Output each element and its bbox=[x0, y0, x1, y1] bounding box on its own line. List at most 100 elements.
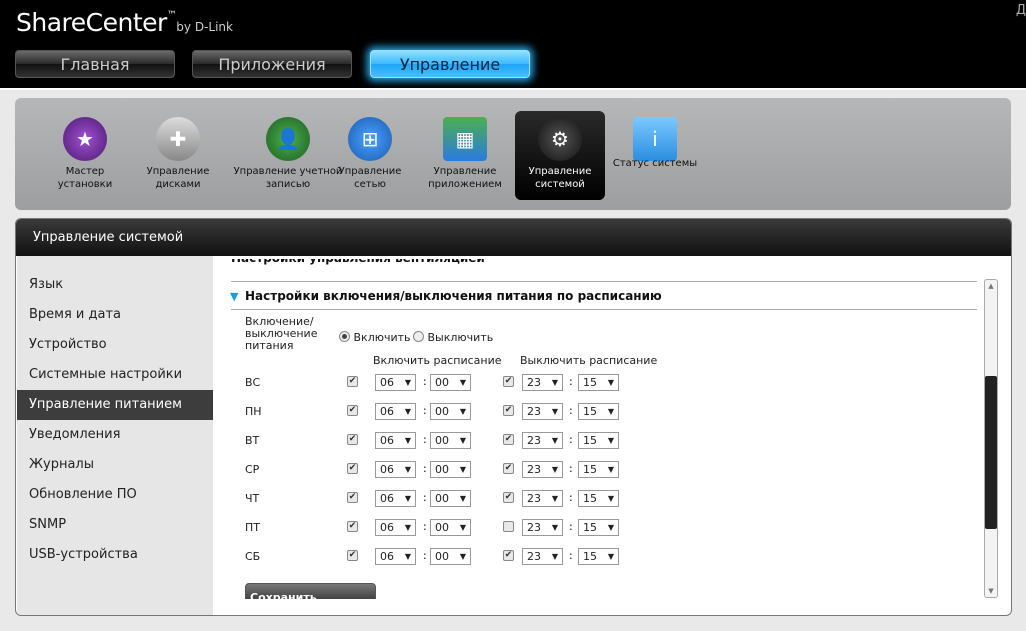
colon: : bbox=[423, 520, 427, 533]
toolbar-item-label: Управление системой bbox=[528, 166, 592, 190]
on-hour-select[interactable]: 06 bbox=[375, 374, 416, 391]
enable-off-checkbox[interactable] bbox=[503, 521, 514, 532]
tab-management[interactable]: Управление bbox=[370, 50, 530, 78]
off-hour-select[interactable]: 23 bbox=[522, 432, 563, 449]
colon: : bbox=[423, 433, 427, 446]
enable-on-checkbox[interactable]: ✔ bbox=[347, 463, 358, 474]
scroll-thumb[interactable] bbox=[985, 376, 997, 529]
corner-text: Д bbox=[1015, 3, 1026, 18]
toolbar-item-0[interactable]: ★ Мастер установки bbox=[40, 111, 130, 200]
radio-on-icon[interactable] bbox=[339, 331, 350, 342]
off-hour-select[interactable]: 23 bbox=[522, 461, 563, 478]
enable-on-checkbox[interactable]: ✔ bbox=[347, 550, 358, 561]
scroll-down-icon[interactable]: ▼ bbox=[985, 587, 997, 595]
sidebar-item-5[interactable]: Уведомления bbox=[17, 420, 213, 450]
tab-applications[interactable]: Приложения bbox=[192, 50, 352, 78]
settings-content: Настройки управления вентиляцией ▼ Настр… bbox=[215, 259, 985, 599]
sidebar-item-3[interactable]: Системные настройки bbox=[17, 360, 213, 390]
scrollbar[interactable]: ▲ ▼ bbox=[984, 279, 998, 598]
on-hour-select[interactable]: 06 bbox=[375, 548, 416, 565]
enable-on-checkbox[interactable]: ✔ bbox=[347, 492, 358, 503]
toolbar-item-label: Мастер установки bbox=[57, 166, 113, 190]
system-management-panel: Управление системой Язык Время и дата Устр… bbox=[15, 218, 1012, 616]
power-label: Включение/ выключение питания bbox=[245, 315, 318, 352]
on-minute-select[interactable]: 00 bbox=[430, 374, 471, 391]
off-hour-select[interactable]: 23 bbox=[522, 548, 563, 565]
day-label: ПТ bbox=[245, 521, 260, 534]
off-hour-select[interactable]: 23 bbox=[522, 490, 563, 507]
tab-home[interactable]: Главная bbox=[15, 50, 175, 78]
section-power-schedule[interactable]: Настройки включения/выключения питания п… bbox=[245, 289, 662, 303]
toolbar-item-6[interactable]: i Статус системы bbox=[610, 111, 700, 200]
enable-off-checkbox[interactable]: ✔ bbox=[503, 376, 514, 387]
on-hour-select[interactable]: 06 bbox=[375, 403, 416, 420]
divider bbox=[0, 88, 1026, 90]
enable-off-checkbox[interactable]: ✔ bbox=[503, 434, 514, 445]
colon: : bbox=[569, 520, 573, 533]
enable-off-checkbox[interactable]: ✔ bbox=[503, 550, 514, 561]
sidebar-item-4[interactable]: Управление питанием bbox=[17, 390, 213, 420]
sidebar-item-1[interactable]: Время и дата bbox=[17, 300, 213, 330]
off-minute-select[interactable]: 15 bbox=[578, 490, 619, 507]
expand-triangle-icon[interactable]: ▼ bbox=[230, 290, 238, 303]
on-hour-select[interactable]: 06 bbox=[375, 461, 416, 478]
toolbar-item-4[interactable]: ▦ Управление приложением bbox=[420, 111, 510, 200]
on-minute-select[interactable]: 00 bbox=[430, 432, 471, 449]
radio-power-off[interactable]: Выключить bbox=[413, 331, 493, 344]
panel-title: Управление системой bbox=[16, 219, 1011, 256]
on-minute-select[interactable]: 00 bbox=[430, 519, 471, 536]
enable-off-checkbox[interactable]: ✔ bbox=[503, 492, 514, 503]
disk-icon: ✚ bbox=[156, 117, 200, 161]
sharecenter-logo: ShareCenter™by D-Link bbox=[16, 8, 233, 37]
on-minute-select[interactable]: 00 bbox=[430, 490, 471, 507]
enable-off-checkbox[interactable]: ✔ bbox=[503, 405, 514, 416]
sidebar-item-9[interactable]: USB-устройства bbox=[17, 540, 213, 570]
colon: : bbox=[569, 433, 573, 446]
sidebar-item-0[interactable]: Язык bbox=[17, 270, 213, 300]
toolbar-item-5[interactable]: ⚙ Управление системой bbox=[515, 111, 605, 200]
save-settings-button[interactable]: Сохранить настройки bbox=[245, 583, 376, 599]
sidebar-item-6[interactable]: Журналы bbox=[17, 450, 213, 480]
on-minute-select[interactable]: 00 bbox=[430, 461, 471, 478]
section-fan-settings[interactable]: Настройки управления вентиляцией bbox=[231, 259, 485, 267]
off-minute-select[interactable]: 15 bbox=[578, 519, 619, 536]
enable-on-checkbox[interactable]: ✔ bbox=[347, 405, 358, 416]
system-gear-icon: ⚙ bbox=[538, 117, 582, 161]
enable-on-checkbox[interactable]: ✔ bbox=[347, 376, 358, 387]
on-minute-select[interactable]: 00 bbox=[430, 548, 471, 565]
off-minute-select[interactable]: 15 bbox=[578, 403, 619, 420]
sidebar-item-8[interactable]: SNMP bbox=[17, 510, 213, 540]
sidebar-item-7[interactable]: Обновление ПО bbox=[17, 480, 213, 510]
off-hour-select[interactable]: 23 bbox=[522, 403, 563, 420]
off-hour-select[interactable]: 23 bbox=[522, 374, 563, 391]
header: ShareCenter™by D-Link Д Главная Приложен… bbox=[0, 0, 1026, 88]
radio-power-on[interactable]: Включить bbox=[339, 331, 411, 344]
enable-on-checkbox[interactable]: ✔ bbox=[347, 434, 358, 445]
logo-by: by D-Link bbox=[176, 20, 233, 34]
divider bbox=[231, 281, 977, 282]
radio-off-icon[interactable] bbox=[413, 331, 424, 342]
sidebar-item-2[interactable]: Устройство bbox=[17, 330, 213, 360]
colon: : bbox=[423, 462, 427, 475]
colon: : bbox=[569, 404, 573, 417]
colon: : bbox=[569, 462, 573, 475]
toolbar-item-1[interactable]: ✚ Управление дисками bbox=[133, 111, 223, 200]
on-minute-select[interactable]: 00 bbox=[430, 403, 471, 420]
logo-text: ShareCenter bbox=[16, 8, 167, 37]
off-minute-select[interactable]: 15 bbox=[578, 548, 619, 565]
off-minute-select[interactable]: 15 bbox=[578, 374, 619, 391]
off-hour-select[interactable]: 23 bbox=[522, 519, 563, 536]
toolbar-item-3[interactable]: ⊞ Управление сетью bbox=[325, 111, 415, 200]
on-hour-select[interactable]: 06 bbox=[375, 432, 416, 449]
enable-off-checkbox[interactable]: ✔ bbox=[503, 463, 514, 474]
radio-off-label: Выключить bbox=[427, 331, 494, 344]
divider bbox=[231, 309, 977, 310]
on-hour-select[interactable]: 06 bbox=[375, 519, 416, 536]
off-minute-select[interactable]: 15 bbox=[578, 432, 619, 449]
off-minute-select[interactable]: 15 bbox=[578, 461, 619, 478]
scroll-up-icon[interactable]: ▲ bbox=[985, 282, 997, 290]
day-label: СР bbox=[245, 463, 260, 476]
on-hour-select[interactable]: 06 bbox=[375, 490, 416, 507]
colon: : bbox=[569, 549, 573, 562]
enable-on-checkbox[interactable]: ✔ bbox=[347, 521, 358, 532]
